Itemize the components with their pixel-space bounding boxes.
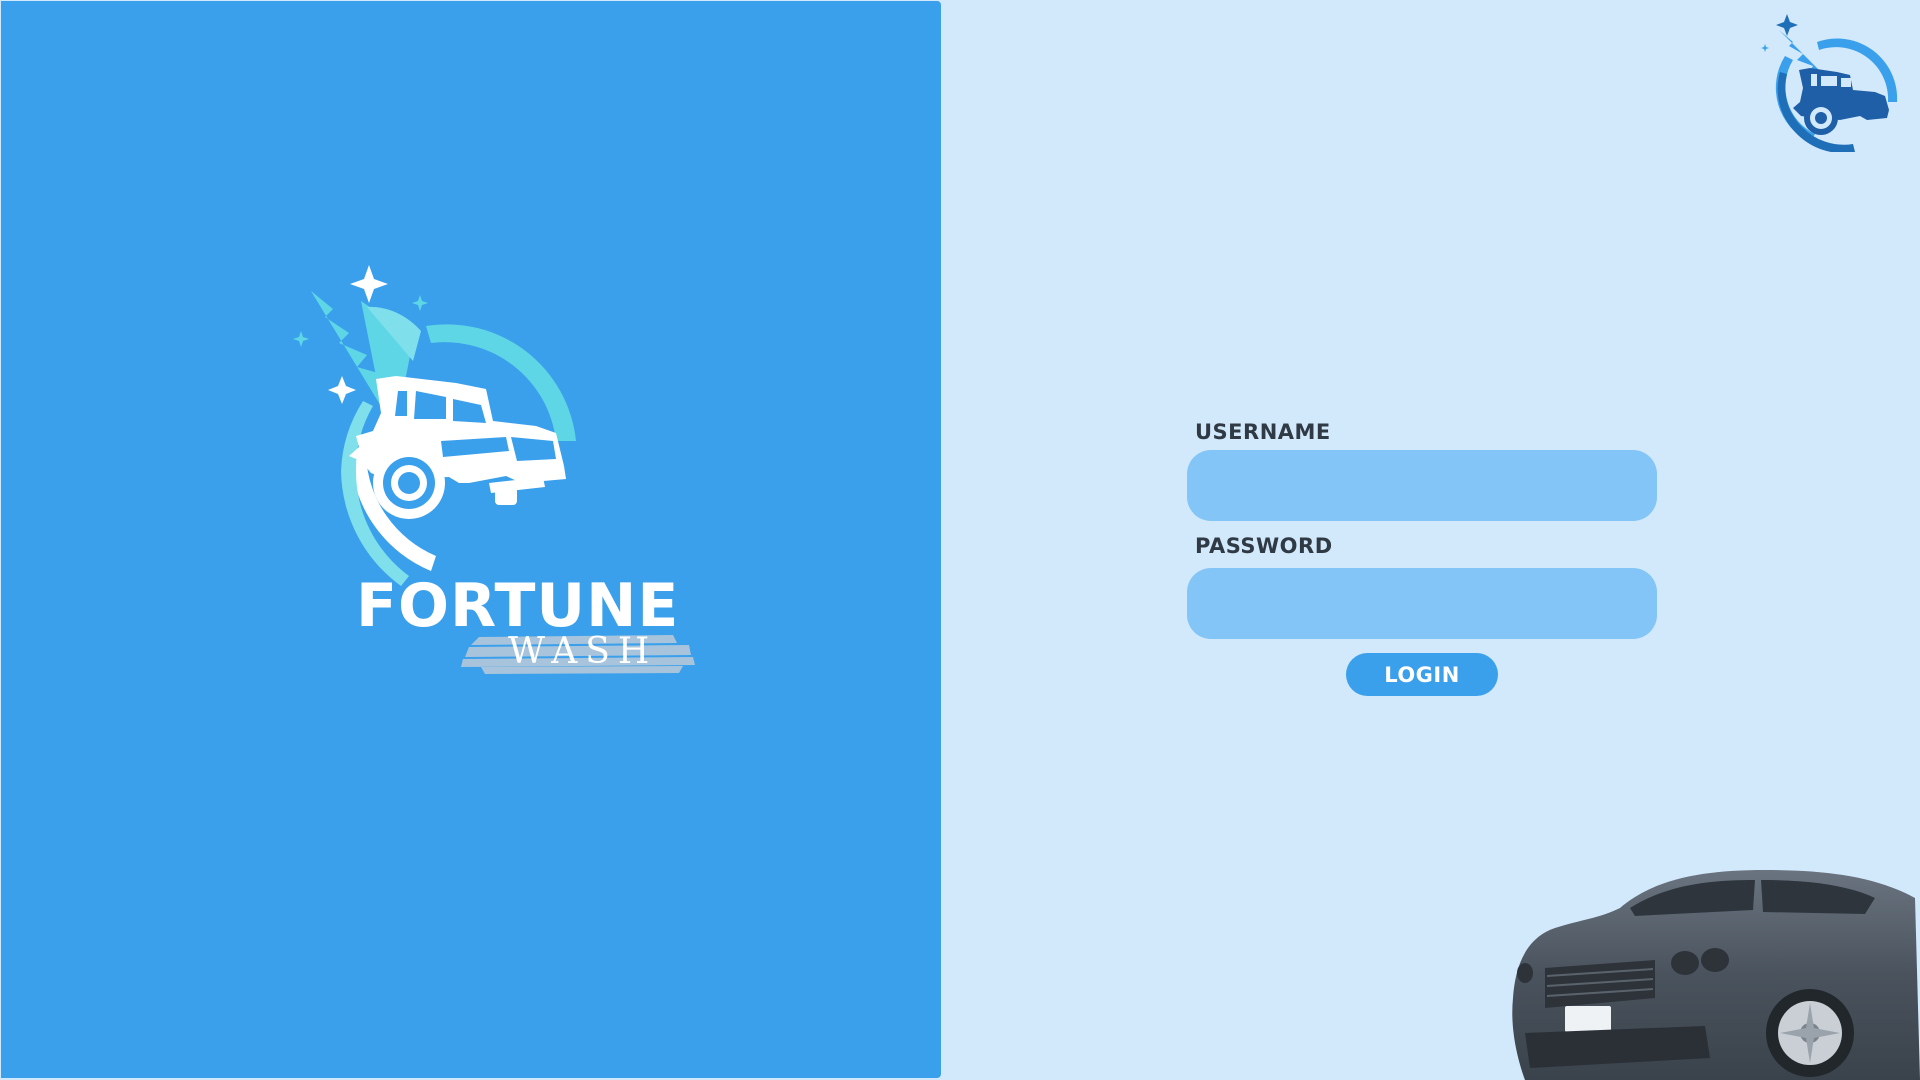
car-icon (1512, 870, 1920, 1080)
login-page: FORTUNE WASH USERNAME PASSWORD LOGIN (0, 0, 1920, 1080)
username-input[interactable] (1187, 450, 1657, 521)
corner-logo-icon (1761, 14, 1898, 152)
brand-subtitle: WASH (508, 631, 658, 672)
password-label: PASSWORD (1195, 534, 1333, 558)
password-input[interactable] (1187, 568, 1657, 639)
login-form: USERNAME PASSWORD LOGIN (1186, 420, 1660, 700)
brand-panel: FORTUNE WASH (1, 1, 941, 1078)
username-label: USERNAME (1195, 420, 1331, 444)
login-button[interactable]: LOGIN (1346, 653, 1498, 696)
brand-wordmark: FORTUNE WASH (356, 571, 696, 681)
